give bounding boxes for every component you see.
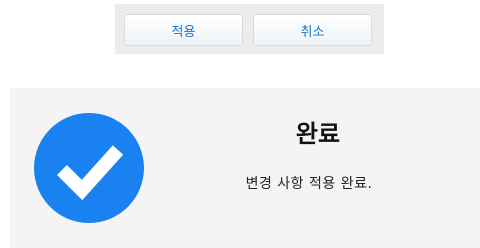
- button-bar: 적용 취소: [115, 4, 384, 54]
- check-circle-icon: [34, 113, 144, 223]
- dialog-title: 완료: [295, 120, 341, 148]
- page: 적용 취소 완료 변경 사항 적용 완료.: [0, 0, 480, 248]
- completion-dialog: 완료 변경 사항 적용 완료.: [10, 88, 480, 248]
- dialog-message: 변경 사항 적용 완료.: [245, 176, 373, 192]
- cancel-button[interactable]: 취소: [253, 14, 372, 46]
- apply-button[interactable]: 적용: [124, 14, 243, 46]
